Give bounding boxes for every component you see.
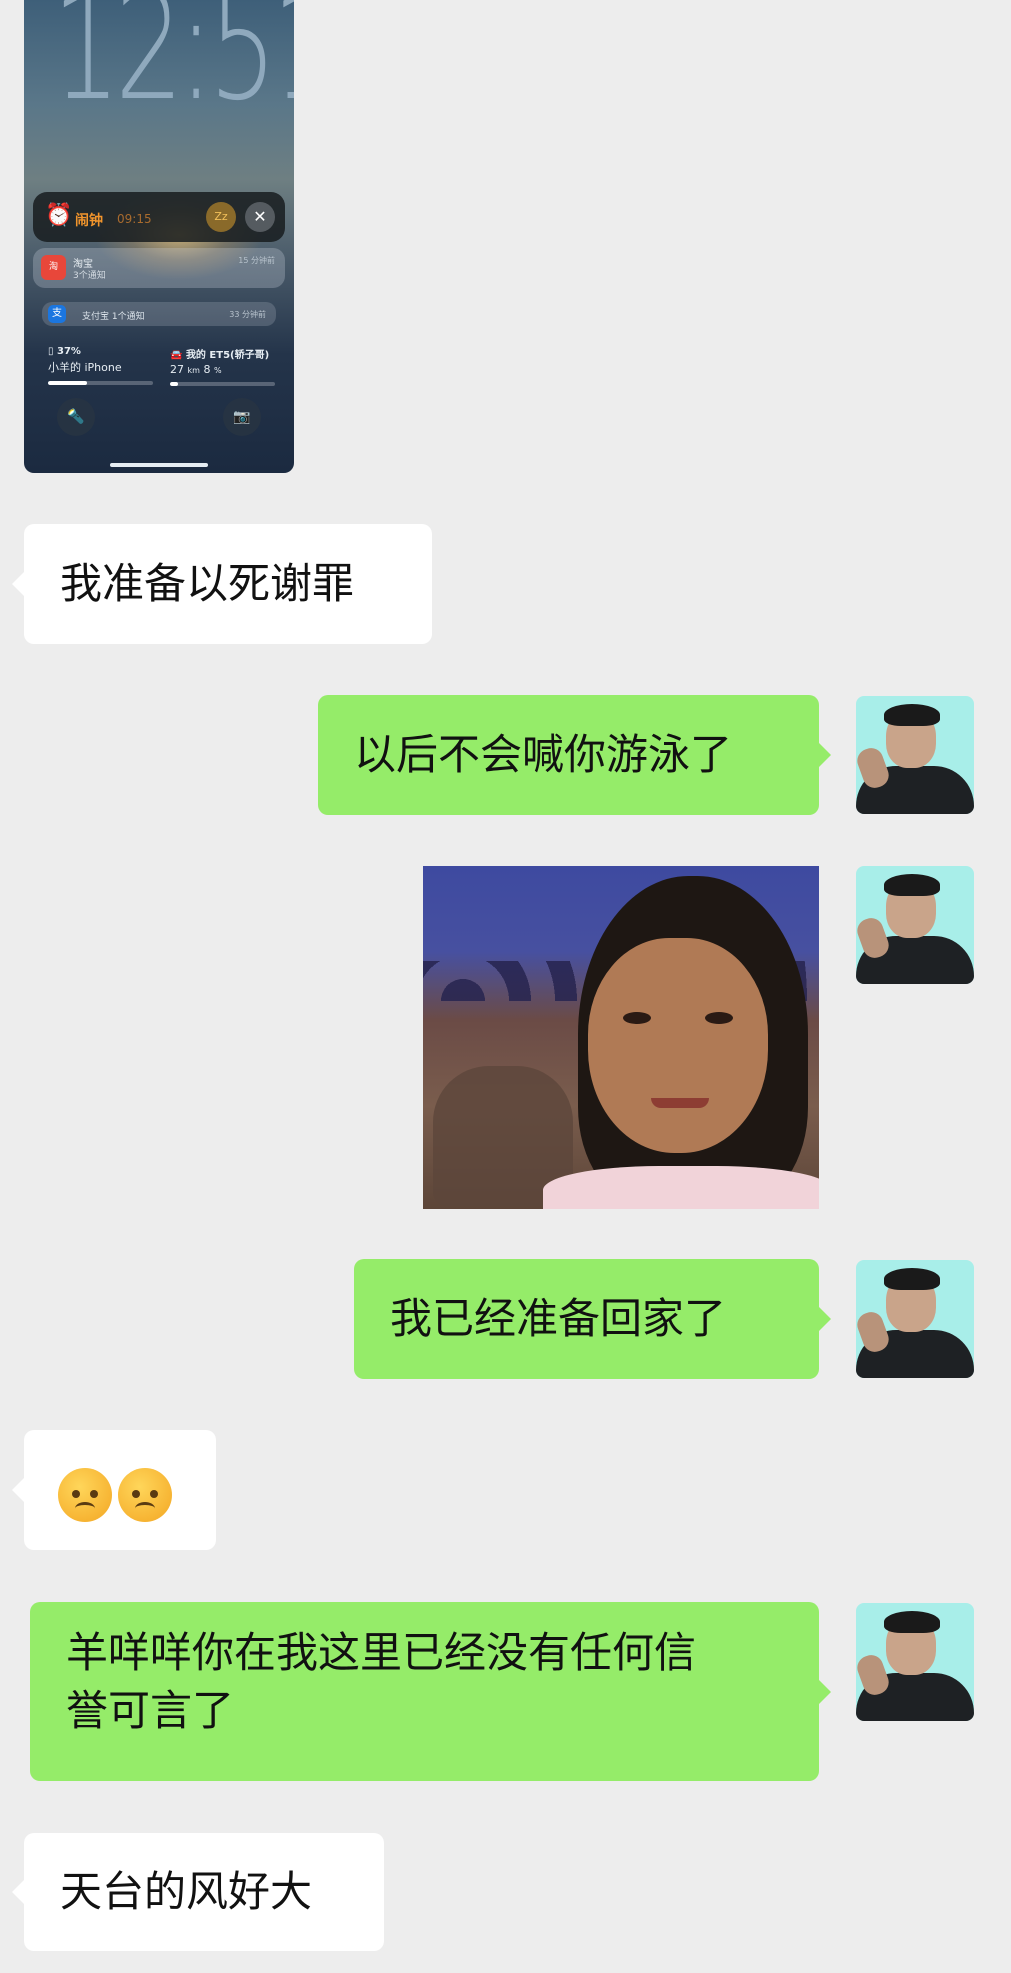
taobao-notification: 淘 淘宝 3个通知 15 分钟前 — [33, 248, 285, 288]
battery-percent: ▯ 37% — [48, 346, 81, 357]
message-bubble-outgoing[interactable]: 我已经准备回家了 — [354, 1259, 831, 1379]
home-indicator — [110, 463, 208, 467]
message-bubble-incoming[interactable] — [12, 1430, 216, 1550]
sticker-eye — [623, 1012, 651, 1024]
car-title: 🚘 我的 ET5(轿子哥) — [170, 350, 270, 361]
message-text-line: 羊咩咩你在我这里已经没有任何信 — [66, 1628, 697, 1677]
lock-screen-image[interactable]: 12:51 ⏰ 闹钟 09:15 Zz ✕ 淘 淘宝 3个通知 15 分钟前 支… — [24, 0, 294, 473]
close-icon: ✕ — [245, 202, 275, 232]
sticker-eye — [705, 1012, 733, 1024]
avatar-hair — [884, 1611, 940, 1633]
car-range: 27 km 8 % — [170, 363, 222, 376]
avatar[interactable] — [856, 696, 974, 814]
car-level-bar — [170, 382, 275, 386]
avatar[interactable] — [856, 1603, 974, 1721]
avatar-hair — [884, 1268, 940, 1290]
message-bubble-outgoing[interactable]: 羊咩咩你在我这里已经没有任何信 誉可言了 — [30, 1602, 831, 1781]
battery-device: 小羊的 iPhone — [48, 361, 122, 374]
avatar[interactable] — [856, 1260, 974, 1378]
message-bubble-outgoing[interactable]: 以后不会喊你游泳了 — [318, 695, 831, 815]
message-text: 天台的风好大 — [60, 1867, 313, 1916]
avatar[interactable] — [856, 866, 974, 984]
message-bubble-incoming[interactable]: 我准备以死谢罪 — [12, 524, 432, 644]
taobao-app-icon: 淘 — [41, 255, 66, 280]
notification-app-name: 支付宝 1个通知 — [82, 312, 145, 322]
lock-screen-clock: 12:51 — [52, 0, 294, 134]
alipay-app-icon: 支 — [48, 305, 66, 323]
sticker-collar — [543, 1166, 819, 1209]
sticker-mouth — [651, 1098, 709, 1108]
alarm-label: 闹钟 — [75, 213, 103, 229]
message-text: 我准备以死谢罪 — [60, 559, 355, 608]
battery-widget: ▯ 37% 小羊的 iPhone — [48, 346, 153, 385]
alipay-notification: 支 支付宝 1个通知 33 分钟前 — [42, 302, 276, 326]
car-widget: 🚘 我的 ET5(轿子哥) 27 km 8 % — [170, 346, 275, 386]
alarm-clock-icon: ⏰ — [45, 203, 73, 228]
sticker-image[interactable] — [423, 866, 819, 1209]
notification-count: 3个通知 — [73, 271, 106, 281]
sticker-face — [588, 938, 768, 1153]
camera-icon: 📷 — [223, 398, 261, 436]
avatar-hair — [884, 704, 940, 726]
pleading-face-emoji-icon — [118, 1467, 172, 1522]
flashlight-icon: 🔦 — [57, 398, 95, 436]
battery-level-bar — [48, 381, 153, 385]
message-text: 我已经准备回家了 — [390, 1294, 727, 1343]
avatar-hair — [884, 874, 940, 896]
pleading-face-emoji-icon — [58, 1467, 112, 1522]
message-text-line: 誉可言了 — [66, 1686, 235, 1735]
notification-time: 33 分钟前 — [229, 310, 266, 319]
alarm-notification: ⏰ 闹钟 09:15 Zz ✕ — [33, 192, 285, 242]
snooze-icon: Zz — [206, 202, 236, 232]
notification-time: 15 分钟前 — [238, 256, 275, 265]
message-text: 以后不会喊你游泳了 — [354, 730, 733, 779]
alarm-time: 09:15 — [117, 212, 152, 226]
message-bubble-incoming[interactable]: 天台的风好大 — [12, 1833, 384, 1951]
